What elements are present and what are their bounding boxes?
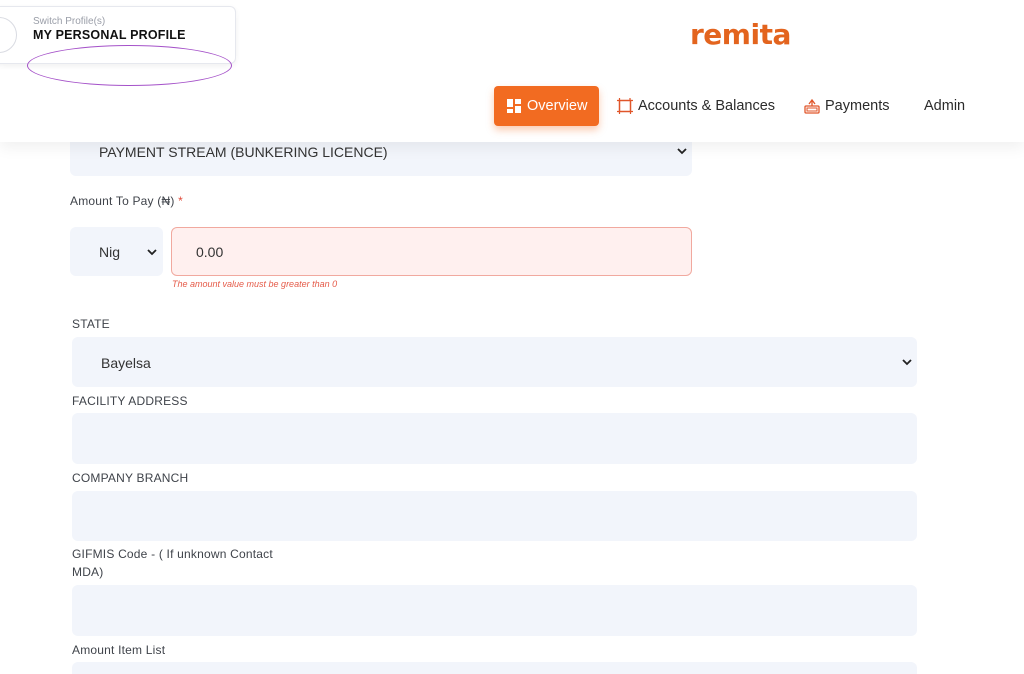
annotation-oval [27,45,232,86]
nav-overview-label: Overview [527,98,588,114]
overview-grid-icon [507,99,521,113]
chevron-down-icon [147,249,157,256]
nav-payments-label: Payments [825,98,890,114]
state-select[interactable]: Bayelsa [72,337,917,387]
facility-address-input[interactable] [72,413,917,464]
amount-input[interactable]: 0.00 [171,227,692,276]
state-value: Bayelsa [101,355,151,371]
gifmis-label-line2: MDA) [72,565,104,579]
currency-select[interactable]: Nig [70,227,163,276]
company-branch-input[interactable] [72,491,917,541]
profile-name: MY PERSONAL PROFILE [33,28,186,42]
page: PAYMENT STREAM (BUNKERING LICENCE) Amoun… [0,0,1024,674]
amount-label-text: Amount To Pay (₦) [70,194,175,208]
facility-address-label: FACILITY ADDRESS [72,394,188,408]
remita-logo[interactable]: remita [690,18,791,51]
gifmis-label-line1: GIFMIS Code - ( If unknown Contact [72,547,273,561]
amount-item-list-label: Amount Item List [72,643,166,657]
nav-accounts-balances[interactable]: Accounts & Balances [617,86,775,126]
required-mark: * [178,194,183,208]
amount-value: 0.00 [196,244,224,260]
gifmis-input[interactable] [72,585,917,636]
amount-label: Amount To Pay (₦) * [70,194,183,208]
payments-icon [804,98,820,114]
square-frame-icon [617,98,633,114]
amount-error: The amount value must be greater than 0 [172,279,338,289]
top-header: Switch Profile(s) MY PERSONAL PROFILE re… [0,0,1024,142]
switch-profile-label: Switch Profile(s) [33,16,106,27]
company-branch-label: COMPANY BRANCH [72,471,189,485]
avatar [0,17,17,53]
payment-stream-value: PAYMENT STREAM (BUNKERING LICENCE) [99,144,388,160]
nav-accounts-label: Accounts & Balances [638,98,776,114]
nav-admin-label: Admin [924,98,966,114]
nav-payments[interactable]: Payments [804,86,889,126]
currency-value: Nig [99,244,121,260]
chevron-down-icon [677,148,687,155]
main-nav: Overview Accounts & Balances Payments Ad… [0,86,1024,126]
nav-admin[interactable]: Admin [924,86,965,126]
nav-overview[interactable]: Overview [494,86,600,126]
chevron-down-icon [902,359,912,366]
state-label: STATE [72,317,110,331]
logo-text: remita [690,18,791,51]
amount-item-list-field[interactable] [72,662,917,674]
